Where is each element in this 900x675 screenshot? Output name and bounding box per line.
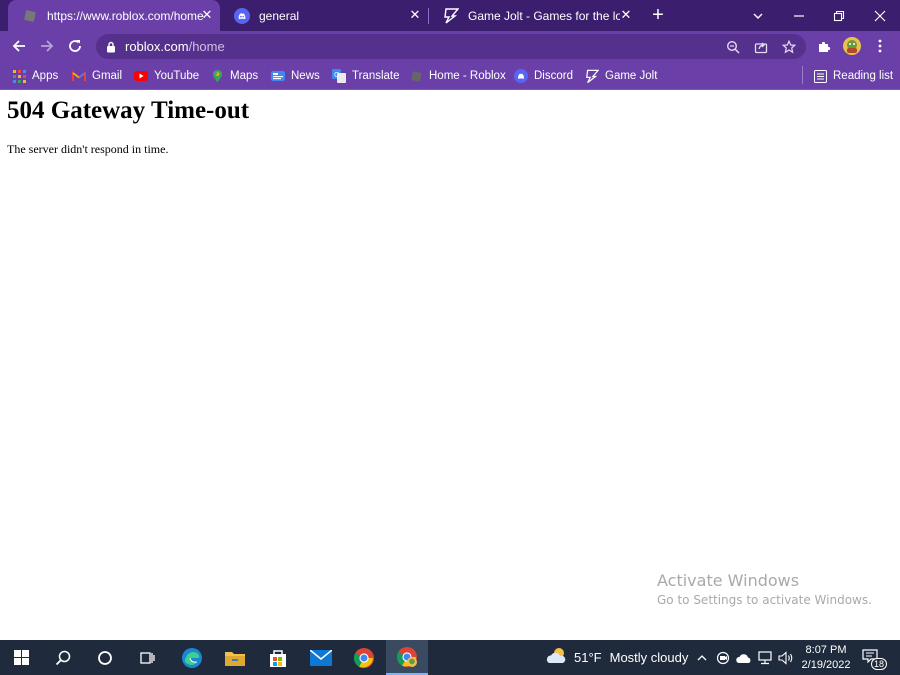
roblox-favicon <box>22 8 38 24</box>
svg-text:G: G <box>334 71 339 79</box>
browser-window: https://www.roblox.com/home ✕ general ✕ … <box>0 0 900 90</box>
bookmark-label: Game Jolt <box>605 70 658 82</box>
gmail-icon <box>72 69 86 83</box>
mail-icon[interactable] <box>300 640 342 675</box>
windows-start-icon[interactable] <box>0 640 42 675</box>
bookmark-label: Apps <box>32 70 59 82</box>
extensions-puzzle-icon[interactable] <box>813 35 835 57</box>
discord-icon <box>514 69 528 83</box>
bookmark-maps[interactable]: Maps <box>210 67 258 85</box>
bookmark-star-icon[interactable] <box>780 38 798 56</box>
notification-count-badge: 18 <box>870 658 887 670</box>
close-tab-icon[interactable]: ✕ <box>200 8 214 22</box>
chrome-profile-icon[interactable] <box>386 640 428 675</box>
youtube-icon <box>134 69 148 83</box>
chrome-icon[interactable] <box>343 640 385 675</box>
minimize-icon[interactable] <box>779 0 819 31</box>
windows-taskbar: 51°F Mostly cloudy 8:07 PM 2/19/2022 18 <box>0 640 900 675</box>
task-view-icon[interactable] <box>126 640 168 675</box>
apps-grid-icon <box>12 69 26 83</box>
bookmark-gmail[interactable]: Gmail <box>72 67 122 85</box>
tab-title: https://www.roblox.com/home <box>47 8 204 23</box>
weather-condition: Mostly cloudy <box>609 650 689 665</box>
close-tab-icon[interactable]: ✕ <box>619 8 633 22</box>
lock-icon[interactable] <box>106 40 116 58</box>
roblox-favicon <box>409 69 423 83</box>
search-icon[interactable] <box>42 640 84 675</box>
back-arrow-icon[interactable] <box>8 35 30 57</box>
zoom-icon[interactable] <box>724 38 742 56</box>
maps-icon <box>210 69 224 83</box>
reading-list-button[interactable]: Reading list <box>813 67 893 85</box>
share-icon[interactable] <box>752 38 770 56</box>
bookmark-label: Gmail <box>92 70 123 82</box>
bookmark-news[interactable]: News <box>271 67 320 85</box>
close-window-icon[interactable] <box>860 0 900 31</box>
bookmarks-bar: Apps Gmail YouTube Maps News G Translate… <box>0 62 900 90</box>
tab-discord-general[interactable]: general ✕ <box>220 0 428 31</box>
menu-kebab-icon[interactable] <box>869 35 891 57</box>
bookmark-home-roblox[interactable]: Home - Roblox <box>409 67 506 85</box>
tab-search-icon[interactable] <box>738 0 778 31</box>
activate-windows-watermark: Activate Windows Go to Settings to activ… <box>657 571 872 607</box>
address-bar[interactable]: roblox.com/home <box>96 34 806 59</box>
forward-arrow-icon[interactable] <box>36 35 58 57</box>
cortana-icon[interactable] <box>84 640 126 675</box>
meet-now-icon[interactable] <box>715 650 731 666</box>
tab-gamejolt[interactable]: Game Jolt - Games for the love of ✕ <box>429 0 639 31</box>
bookmark-discord[interactable]: Discord <box>514 67 573 85</box>
reading-list-label: Reading list <box>833 70 894 82</box>
edge-browser-icon[interactable] <box>171 640 213 675</box>
bookmark-label: Home - Roblox <box>429 70 506 82</box>
new-tab-button[interactable]: + <box>648 4 668 26</box>
tab-strip: https://www.roblox.com/home ✕ general ✕ … <box>0 0 900 31</box>
gamejolt-icon <box>443 7 459 24</box>
url-text: roblox.com/home <box>125 39 225 54</box>
bookmarks-divider <box>802 66 803 84</box>
volume-icon[interactable] <box>778 650 794 666</box>
bookmark-label: Discord <box>534 70 573 82</box>
close-tab-icon[interactable]: ✕ <box>408 8 422 22</box>
gamejolt-icon <box>585 69 599 83</box>
bookmark-youtube[interactable]: YouTube <box>134 67 199 85</box>
weather-temperature: 51°F <box>574 650 602 665</box>
bookmark-translate[interactable]: G Translate <box>332 67 400 85</box>
restore-icon[interactable] <box>819 0 859 31</box>
url-path: /home <box>188 39 225 54</box>
clock-date: 2/19/2022 <box>801 659 851 671</box>
bookmark-apps[interactable]: Apps <box>12 67 58 85</box>
file-explorer-icon[interactable] <box>214 640 256 675</box>
bookmark-gamejolt[interactable]: Game Jolt <box>585 67 657 85</box>
discord-icon <box>234 7 250 24</box>
action-center-button[interactable]: 18 <box>862 649 887 670</box>
error-message: The server didn't respond in time. <box>7 142 169 156</box>
tab-title: general <box>259 8 300 23</box>
reload-icon[interactable] <box>64 35 86 57</box>
tab-roblox[interactable]: https://www.roblox.com/home ✕ <box>8 0 220 31</box>
watermark-title: Activate Windows <box>657 571 800 590</box>
chevron-up-icon[interactable] <box>694 650 710 666</box>
url-host: roblox.com <box>125 39 189 54</box>
weather-widget[interactable]: 51°F Mostly cloudy <box>546 640 688 675</box>
translate-icon: G <box>332 69 346 83</box>
microsoft-store-icon[interactable] <box>257 640 299 675</box>
bookmark-label: News <box>291 70 320 82</box>
system-clock[interactable]: 8:07 PM 2/19/2022 <box>800 643 852 673</box>
bookmark-label: YouTube <box>154 70 200 82</box>
bookmark-label: Maps <box>230 70 259 82</box>
news-icon <box>271 69 285 83</box>
profile-avatar[interactable] <box>841 35 863 57</box>
bookmark-label: Translate <box>352 70 400 82</box>
tab-title: Game Jolt - Games for the love of <box>468 8 620 23</box>
onedrive-cloud-icon[interactable] <box>736 650 752 666</box>
page-content: 504 Gateway Time-out The server didn't r… <box>0 90 900 640</box>
partly-cloudy-icon <box>546 647 568 668</box>
network-icon[interactable] <box>757 650 773 666</box>
page-title: 504 Gateway Time-out <box>7 97 250 124</box>
browser-toolbar: roblox.com/home <box>0 31 900 62</box>
watermark-subtitle: Go to Settings to activate Windows. <box>657 593 872 607</box>
reading-list-icon <box>813 69 827 83</box>
clock-time: 8:07 PM <box>805 644 847 656</box>
